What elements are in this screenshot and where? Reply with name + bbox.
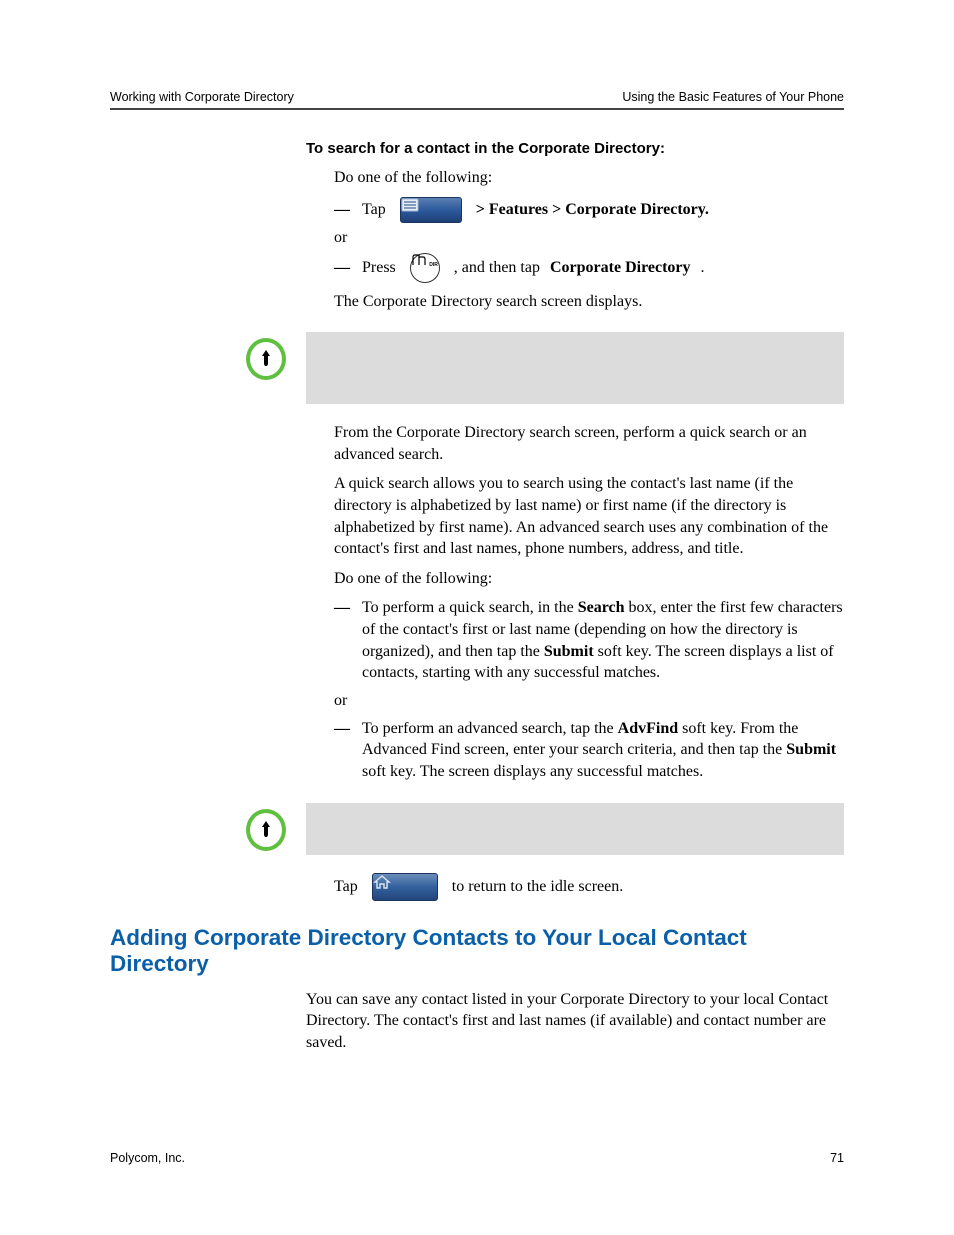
from-search-screen: From the Corporate Directory search scre…	[334, 422, 844, 465]
quick-search-desc: A quick search allows you to search usin…	[334, 473, 844, 559]
quick-search-item: — To perform a quick search, in the Sear…	[334, 597, 844, 683]
tap-home-row: Tap to return to the idle screen.	[334, 873, 844, 901]
press-label: Press	[362, 259, 396, 277]
page-footer: Polycom, Inc. 71	[110, 1151, 844, 1165]
note-body-1	[306, 332, 844, 404]
page-number: 71	[830, 1151, 844, 1165]
dash-bullet: —	[334, 718, 362, 783]
or-2: or	[334, 692, 844, 710]
header-right: Using the Basic Features of Your Phone	[622, 90, 844, 104]
and-then-tap: , and then tap	[454, 259, 540, 277]
period: .	[701, 259, 705, 277]
dash-bullet: —	[334, 259, 352, 277]
return-idle-text: to return to the idle screen.	[452, 878, 624, 896]
body: To search for a contact in the Corporate…	[306, 140, 844, 901]
header-left: Working with Corporate Directory	[110, 90, 294, 104]
search-screen-displays: The Corporate Directory search screen di…	[334, 291, 844, 313]
dir-hardkey-icon: DIR	[410, 253, 440, 283]
text: To perform a quick search, in the	[362, 599, 578, 616]
features-path: > Features > Corporate Directory.	[476, 201, 709, 219]
dash-bullet: —	[334, 201, 352, 219]
search-bold: Search	[578, 599, 625, 616]
dash-bullet: —	[334, 597, 362, 683]
text: soft key. The screen displays any succes…	[362, 763, 703, 780]
tap-label: Tap	[334, 878, 358, 896]
menu-icon	[400, 197, 462, 223]
save-contact-desc: You can save any contact listed in your …	[306, 989, 844, 1054]
footer-company: Polycom, Inc.	[110, 1151, 185, 1165]
submit-bold: Submit	[544, 643, 594, 660]
home-icon	[372, 873, 438, 901]
page: Working with Corporate Directory Using t…	[0, 0, 954, 1235]
note-block-1	[246, 332, 844, 404]
advfind-bold: AdvFind	[618, 720, 678, 737]
tip-icon	[246, 803, 286, 851]
or-1: or	[334, 229, 844, 247]
submit-bold: Submit	[786, 741, 836, 758]
section-heading: Adding Corporate Directory Contacts to Y…	[110, 925, 844, 977]
text: To perform an advanced search, tap the	[362, 720, 618, 737]
page-header: Working with Corporate Directory Using t…	[110, 90, 844, 110]
option-press-dir: — Press DIR , and then tap Corporate Dir…	[334, 253, 844, 283]
tap-label: Tap	[362, 201, 386, 219]
corporate-directory-bold: Corporate Directory	[550, 259, 691, 277]
tip-icon	[246, 332, 286, 380]
step-heading: To search for a contact in the Corporate…	[306, 140, 844, 157]
note-block-2	[246, 803, 844, 855]
option-tap-menu: — Tap > Features > Corporate Directory.	[334, 197, 844, 223]
note-body-2	[306, 803, 844, 855]
do-one-of: Do one of the following:	[334, 167, 844, 189]
do-one-of-2: Do one of the following:	[334, 568, 844, 590]
advanced-search-item: — To perform an advanced search, tap the…	[334, 718, 844, 783]
